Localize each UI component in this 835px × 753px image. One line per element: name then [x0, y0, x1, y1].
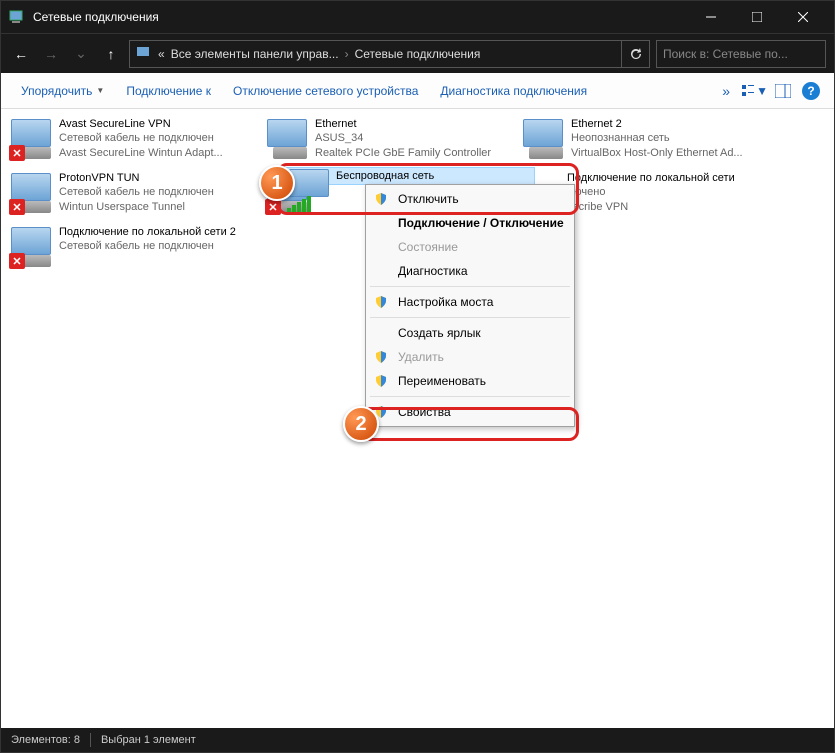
disable-device-button[interactable]: Отключение сетевого устройства	[223, 80, 428, 102]
ctx-bridge[interactable]: Настройка моста	[368, 290, 572, 314]
search-placeholder: Поиск в: Сетевые по...	[663, 47, 788, 61]
breadcrumb-1[interactable]: Все элементы панели управ...	[171, 47, 339, 61]
close-button[interactable]	[780, 1, 826, 33]
connection-ethernet[interactable]: EthernetASUS_34Realtek PCIe GbE Family C…	[261, 113, 517, 167]
disconnected-icon: ✕	[9, 199, 25, 215]
shield-icon	[374, 295, 388, 309]
ctx-diagnose[interactable]: Диагностика	[368, 259, 572, 283]
preview-pane-button[interactable]	[770, 78, 796, 104]
ctx-disconnect[interactable]: Отключить	[368, 187, 572, 211]
maximize-button[interactable]	[734, 1, 780, 33]
connection-protonvpn[interactable]: ✕ ProtonVPN TUNСетевой кабель не подключ…	[5, 167, 261, 221]
crumb-prefix: «	[158, 47, 165, 61]
app-icon	[9, 9, 25, 25]
ctx-status: Состояние	[368, 235, 572, 259]
connect-to-button[interactable]: Подключение к	[116, 80, 221, 102]
titlebar: Сетевые подключения	[1, 1, 834, 33]
statusbar: Элементов: 8 Выбран 1 элемент	[1, 728, 834, 752]
ctx-delete: Удалить	[368, 345, 572, 369]
navbar: ← → ⌄ ↑ « Все элементы панели управ... ›…	[1, 33, 834, 73]
status-selected: Выбран 1 элемент	[101, 734, 196, 746]
toolbar: Упорядочить▼ Подключение к Отключение се…	[1, 73, 834, 109]
connection-lan-2[interactable]: ✕ Подключение по локальной сети 2Сетевой…	[5, 221, 261, 275]
window-title: Сетевые подключения	[33, 10, 688, 24]
shield-icon	[374, 350, 388, 364]
connection-avast-vpn[interactable]: ✕ Avast SecureLine VPNСетевой кабель не …	[5, 113, 261, 167]
back-button[interactable]: ←	[9, 42, 33, 66]
forward-button[interactable]: →	[39, 42, 63, 66]
ctx-properties[interactable]: Свойства	[368, 400, 572, 424]
separator	[90, 733, 91, 747]
disconnected-icon: ✕	[9, 253, 25, 269]
shield-icon	[374, 192, 388, 206]
disconnected-icon: ✕	[9, 145, 25, 161]
address-bar[interactable]: « Все элементы панели управ... › Сетевые…	[129, 40, 622, 68]
annotation-badge-1: 1	[259, 165, 295, 201]
ctx-shortcut[interactable]: Создать ярлык	[368, 321, 572, 345]
context-menu: Отключить Подключение / Отключение Состо…	[365, 184, 575, 427]
separator	[370, 286, 570, 287]
annotation-badge-2: 2	[343, 406, 379, 442]
disconnected-icon: ✕	[265, 199, 281, 215]
refresh-button[interactable]	[622, 40, 650, 68]
up-button[interactable]: ↑	[99, 42, 123, 66]
ctx-connect-disconnect[interactable]: Подключение / Отключение	[368, 211, 572, 235]
breadcrumb-2[interactable]: Сетевые подключения	[355, 47, 481, 61]
organize-menu[interactable]: Упорядочить▼	[11, 80, 114, 102]
folder-icon	[136, 45, 152, 62]
status-elements: Элементов: 8	[11, 734, 80, 746]
view-options-button[interactable]: ▼	[742, 78, 768, 104]
recent-button[interactable]: ⌄	[69, 42, 93, 66]
more-button[interactable]: »	[712, 79, 740, 103]
connection-ethernet-2[interactable]: Ethernet 2Неопознанная сетьVirtualBox Ho…	[517, 113, 773, 167]
separator	[370, 396, 570, 397]
minimize-button[interactable]	[688, 1, 734, 33]
separator	[370, 317, 570, 318]
content-area: ✕ Avast SecureLine VPNСетевой кабель не …	[1, 109, 834, 729]
shield-icon	[374, 374, 388, 388]
signal-icon	[287, 196, 311, 213]
ctx-rename[interactable]: Переименовать	[368, 369, 572, 393]
diagnose-button[interactable]: Диагностика подключения	[430, 80, 597, 102]
search-input[interactable]: Поиск в: Сетевые по...	[656, 40, 826, 68]
help-button[interactable]: ?	[798, 78, 824, 104]
crumb-sep: ›	[345, 47, 349, 61]
